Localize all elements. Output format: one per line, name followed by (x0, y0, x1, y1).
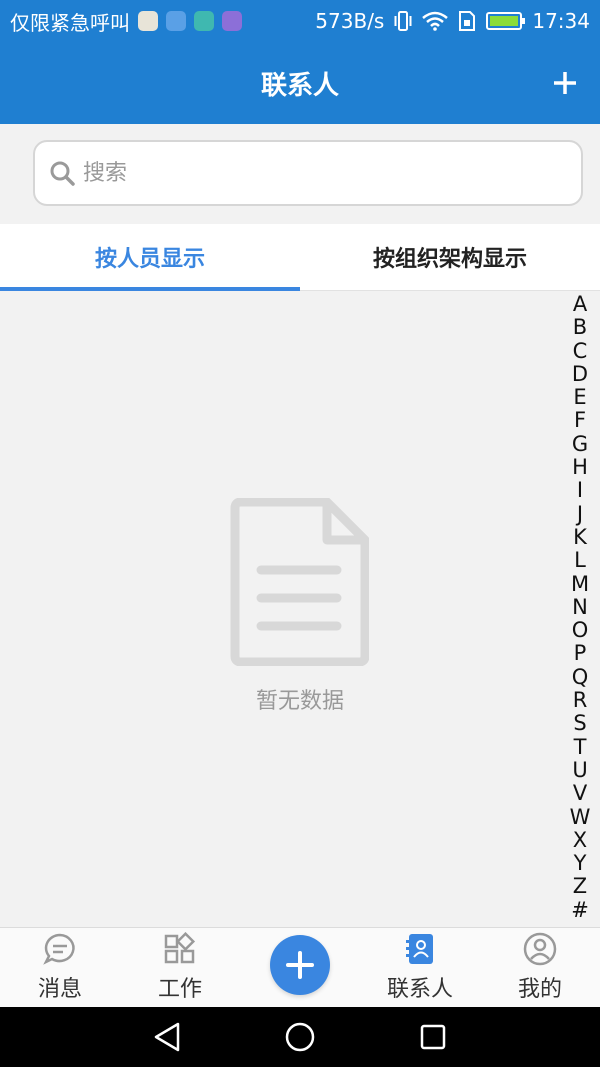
index-letter[interactable]: P (560, 642, 600, 666)
user-profile-icon (523, 932, 557, 966)
apps-grid-icon (164, 932, 196, 964)
index-letter[interactable]: G (560, 432, 600, 456)
index-letter[interactable]: C (560, 339, 600, 363)
index-letter[interactable]: O (560, 618, 600, 642)
vibrate-icon (394, 11, 412, 31)
index-letter[interactable]: U (560, 758, 600, 782)
search-icon (50, 161, 75, 186)
index-letter[interactable]: Z (560, 875, 600, 899)
empty-state-text: 暂无数据 (255, 689, 344, 714)
nav-messages[interactable]: 消息 (0, 928, 120, 1007)
index-letter[interactable]: J (560, 502, 600, 526)
home-circle-icon (285, 1022, 315, 1052)
search-section (0, 124, 600, 224)
sim-icon (459, 11, 476, 31)
status-right: 573B/s 17:34 (315, 9, 590, 33)
bottom-navigation: 消息 工作 联系人 我的 (0, 927, 600, 1007)
nav-create[interactable] (240, 928, 360, 1007)
index-letter[interactable]: # (560, 898, 600, 922)
status-bar: 仅限紧急呼叫 573B/s 17:34 (0, 0, 600, 42)
index-letter[interactable]: M (560, 572, 600, 596)
nav-work-label: 工作 (157, 977, 202, 1002)
index-letter[interactable]: T (560, 735, 600, 759)
contacts-book-icon (406, 934, 433, 964)
gallery-app-icon (222, 11, 242, 31)
index-letter[interactable]: B (560, 315, 600, 339)
nav-contacts[interactable]: 联系人 (360, 928, 480, 1007)
android-app-icon (194, 11, 214, 31)
carrier-text: 仅限紧急呼叫 (10, 10, 130, 35)
index-letter[interactable]: A (560, 292, 600, 316)
index-letter[interactable]: K (560, 525, 600, 549)
chat-bubble-icon (43, 933, 75, 965)
net-speed: 573B/s (315, 9, 385, 33)
recents-square-icon (421, 1024, 446, 1050)
wifi-icon (422, 11, 449, 31)
view-tabs: 按人员显示 按组织架构显示 (0, 224, 600, 291)
nav-work[interactable]: 工作 (120, 928, 240, 1007)
location-app-icon (166, 11, 186, 31)
system-home-button[interactable] (270, 1012, 330, 1062)
tab-by-organization[interactable]: 按组织架构显示 (300, 224, 600, 290)
index-letter[interactable]: Q (560, 665, 600, 689)
nav-contacts-label: 联系人 (386, 977, 453, 1002)
system-back-button[interactable] (137, 1012, 197, 1062)
index-letter[interactable]: W (560, 805, 600, 829)
app-header: 联系人 (0, 42, 600, 124)
nav-mine[interactable]: 我的 (480, 928, 600, 1007)
clock: 17:34 (532, 9, 590, 33)
plus-icon (286, 951, 314, 979)
index-letter[interactable]: L (560, 548, 600, 572)
nav-messages-label: 消息 (37, 977, 82, 1002)
index-letter[interactable]: H (560, 455, 600, 479)
index-letter[interactable]: R (560, 688, 600, 712)
add-contact-button[interactable] (548, 66, 582, 100)
status-left: 仅限紧急呼叫 (10, 7, 242, 36)
page-title: 联系人 (260, 70, 339, 101)
index-letter[interactable]: E (560, 385, 600, 409)
nav-mine-label: 我的 (517, 977, 562, 1002)
index-letter[interactable]: S (560, 712, 600, 736)
search-input[interactable] (83, 160, 543, 186)
tab-by-person[interactable]: 按人员显示 (0, 224, 300, 291)
search-box[interactable] (33, 140, 583, 206)
app-notification-icon (138, 11, 158, 31)
system-recents-button[interactable] (403, 1012, 463, 1062)
system-navigation-bar (0, 1007, 600, 1067)
contact-list-area: 暂无数据 A B C D E F G H I J K L M N O P Q R S T U V W X Y Z # (0, 291, 600, 927)
battery-icon (486, 12, 526, 30)
index-letter[interactable]: V (560, 781, 600, 805)
index-letter[interactable]: I (560, 479, 600, 503)
index-letter[interactable]: F (560, 409, 600, 433)
empty-document-icon (230, 498, 369, 666)
index-letter[interactable]: D (560, 362, 600, 386)
alphabet-index-bar[interactable]: A B C D E F G H I J K L M N O P Q R S T U V W X Y Z # (560, 291, 600, 927)
index-letter[interactable]: N (560, 595, 600, 619)
plus-icon (554, 72, 576, 94)
index-letter[interactable]: Y (560, 851, 600, 875)
back-triangle-icon (154, 1022, 179, 1052)
index-letter[interactable]: X (560, 828, 600, 852)
create-fab-button[interactable] (270, 935, 330, 995)
